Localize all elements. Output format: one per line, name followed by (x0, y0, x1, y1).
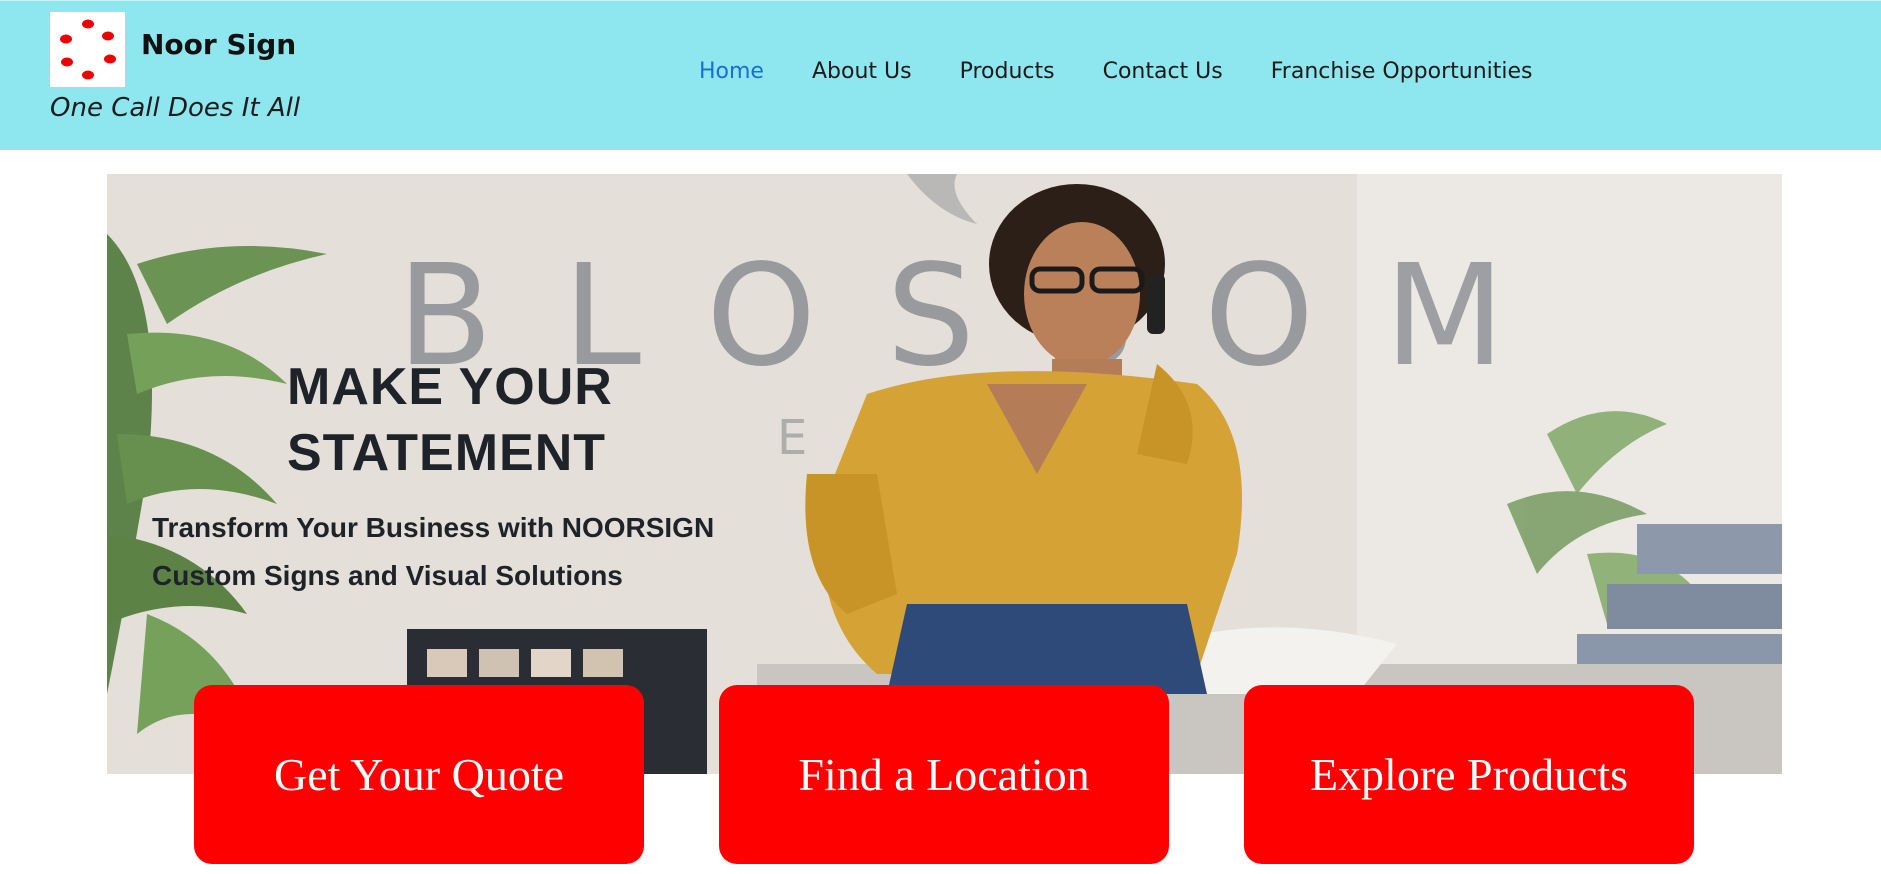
main-nav: Home About Us Products Contact Us Franch… (699, 59, 1533, 84)
hero-subtitle-line2: Custom Signs and Visual Solutions (152, 560, 623, 591)
nav-products[interactable]: Products (960, 59, 1055, 84)
nav-home[interactable]: Home (699, 59, 764, 84)
logo-icon[interactable] (50, 12, 125, 87)
nav-contact-us[interactable]: Contact Us (1103, 59, 1223, 84)
get-your-quote-button[interactable]: Get Your Quote (194, 685, 644, 864)
find-a-location-button[interactable]: Find a Location (719, 685, 1169, 864)
site-header: Noor Sign One Call Does It All Home Abou… (0, 0, 1881, 150)
hero-title-line2: STATEMENT (287, 424, 607, 482)
hero-banner: BLOSSOM E MAKE YOUR STATEMENT Transform … (107, 174, 1782, 774)
hero-title-line1: MAKE YOUR (287, 358, 613, 416)
brand-name[interactable]: Noor Sign (141, 28, 296, 61)
explore-products-button[interactable]: Explore Products (1244, 685, 1694, 864)
hero-subtitle-line1: Transform Your Business with NOORSIGN (152, 512, 715, 543)
nav-about-us[interactable]: About Us (812, 59, 912, 84)
hero-title: MAKE YOUR STATEMENT (287, 354, 787, 486)
tagline: One Call Does It All (50, 93, 301, 123)
hero-subtitle: Transform Your Business with NOORSIGN Cu… (152, 504, 852, 600)
nav-franchise-opportunities[interactable]: Franchise Opportunities (1271, 59, 1533, 84)
